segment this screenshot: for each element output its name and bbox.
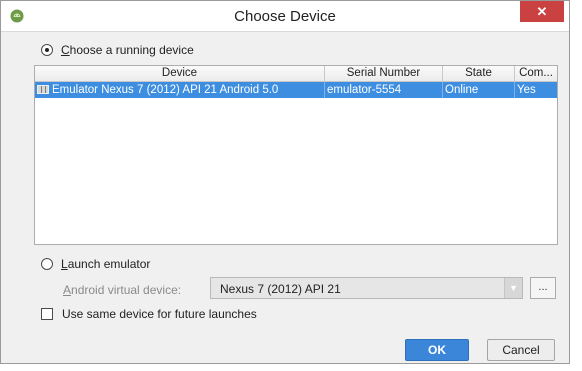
column-header-compatible[interactable]: Com...: [515, 66, 557, 81]
launch-emulator-label: Launch emulator: [61, 257, 151, 271]
use-same-device-checkbox[interactable]: [41, 308, 53, 320]
choose-running-device-label: Choose a running device: [61, 43, 194, 57]
avd-selected-value: Nexus 7 (2012) API 21: [220, 282, 341, 296]
serial-cell: emulator-5554: [325, 82, 443, 98]
android-virtual-device-label: Android virtual device:: [63, 283, 182, 297]
table-header: Device Serial Number State Com...: [35, 66, 557, 82]
cancel-button[interactable]: Cancel: [487, 339, 555, 361]
choose-device-dialog: Choose Device ✕ Choose a running device …: [0, 0, 570, 364]
android-virtual-device-select[interactable]: Nexus 7 (2012) API 21 ▼: [210, 277, 523, 299]
column-header-state[interactable]: State: [443, 66, 515, 81]
dialog-title: Choose Device: [234, 8, 336, 25]
table-row[interactable]: Emulator Nexus 7 (2012) API 21 Android 5…: [35, 82, 557, 98]
close-icon: ✕: [536, 4, 548, 19]
chevron-down-icon[interactable]: ▼: [504, 278, 522, 298]
device-icon: [37, 85, 49, 94]
state-cell: Online: [443, 82, 515, 98]
avd-more-button[interactable]: ...: [530, 277, 556, 299]
choose-running-device-option[interactable]: Choose a running device: [41, 43, 194, 57]
device-table[interactable]: Device Serial Number State Com... Emulat…: [34, 65, 558, 245]
title-bar[interactable]: Choose Device ✕: [1, 1, 569, 32]
choose-running-device-radio[interactable]: [41, 44, 53, 56]
use-same-device-label: Use same device for future launches: [62, 307, 257, 321]
column-header-serial-number[interactable]: Serial Number: [325, 66, 443, 81]
use-same-device-option[interactable]: Use same device for future launches: [41, 307, 257, 321]
compatible-cell: Yes: [517, 84, 536, 96]
ok-button[interactable]: OK: [405, 339, 469, 361]
close-button[interactable]: ✕: [520, 1, 564, 22]
launch-emulator-option[interactable]: Launch emulator: [41, 257, 150, 271]
device-cell: Emulator Nexus 7 (2012) API 21 Android 5…: [35, 82, 325, 98]
launch-emulator-radio[interactable]: [41, 258, 53, 270]
column-header-device[interactable]: Device: [35, 66, 325, 81]
